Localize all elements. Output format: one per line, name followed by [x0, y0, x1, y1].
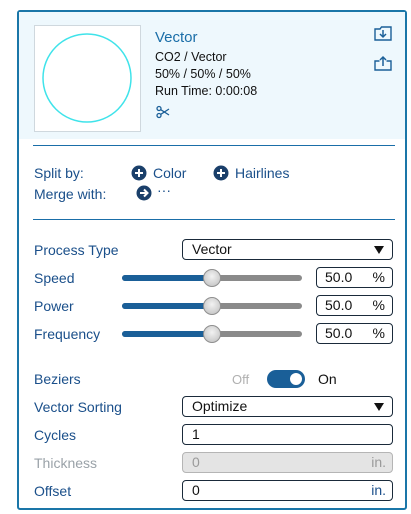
speed-slider[interactable] [122, 269, 302, 287]
beziers-label: Beziers [34, 371, 81, 387]
offset-label: Offset [34, 483, 72, 499]
power-input[interactable]: 50.0 % [316, 295, 393, 316]
merge-with-label: Merge with: [34, 186, 107, 202]
thickness-input: 0 in. [182, 452, 393, 473]
split-by-label: Split by: [34, 165, 84, 181]
speed-input[interactable]: 50.0 % [316, 267, 393, 288]
cycles-value: 1 [192, 426, 200, 442]
frequency-value: 50.0 [325, 325, 353, 341]
frequency-input[interactable]: 50.0 % [316, 323, 393, 344]
speed-slider-fill [122, 275, 212, 281]
merge-more-button[interactable]: ··· [157, 182, 171, 198]
frequency-slider-fill [122, 331, 212, 337]
run-time: Run Time: 0:00:08 [155, 84, 258, 98]
cycles-input[interactable]: 1 [182, 424, 393, 445]
split-hairlines-button[interactable]: Hairlines [235, 165, 289, 181]
beziers-on-label[interactable]: On [318, 371, 337, 387]
power-slider-fill [122, 303, 212, 309]
export-icon[interactable] [374, 55, 392, 71]
frequency-slider-thumb[interactable] [203, 325, 221, 343]
speed-slider-thumb[interactable] [203, 269, 221, 287]
process-type-select[interactable]: Vector [182, 239, 393, 260]
speed-label: Speed [34, 270, 75, 286]
divider [33, 145, 395, 146]
frequency-slider[interactable] [122, 325, 302, 343]
vector-preview-thumbnail[interactable] [34, 25, 141, 132]
process-header: Vector CO2 / Vector 50% / 50% / 50% Run … [19, 12, 405, 139]
offset-input[interactable]: 0 in. [182, 480, 393, 501]
speed-unit: % [372, 269, 385, 285]
dropdown-arrow-icon [374, 246, 384, 254]
power-levels: 50% / 50% / 50% [155, 67, 251, 81]
scissors-icon[interactable] [156, 105, 170, 119]
power-slider[interactable] [122, 297, 302, 315]
laser-source: CO2 / Vector [155, 50, 227, 64]
beziers-toggle[interactable] [267, 370, 305, 388]
thickness-unit: in. [371, 454, 386, 470]
process-type-label: Process Type [34, 242, 119, 258]
import-icon[interactable] [374, 25, 392, 41]
offset-value: 0 [192, 482, 200, 498]
frequency-unit: % [372, 325, 385, 341]
process-settings-panel: Vector CO2 / Vector 50% / 50% / 50% Run … [17, 10, 407, 510]
add-hairlines-split-icon[interactable] [213, 165, 229, 181]
power-slider-thumb[interactable] [203, 297, 221, 315]
process-title[interactable]: Vector [155, 29, 198, 46]
beziers-toggle-knob [290, 373, 302, 385]
power-value: 50.0 [325, 297, 353, 313]
merge-arrow-icon[interactable] [136, 185, 152, 201]
beziers-off-label[interactable]: Off [232, 372, 249, 387]
vector-sorting-label: Vector Sorting [34, 399, 122, 415]
thickness-value: 0 [192, 454, 200, 470]
power-label: Power [34, 298, 74, 314]
dropdown-arrow-icon [374, 403, 384, 411]
frequency-label: Frequency [34, 326, 101, 342]
speed-value: 50.0 [325, 269, 353, 285]
preview-circle [42, 33, 132, 123]
vector-sorting-select[interactable]: Optimize [182, 396, 393, 417]
process-type-value: Vector [192, 241, 232, 257]
power-unit: % [372, 297, 385, 313]
vector-sorting-value: Optimize [192, 398, 248, 414]
add-color-split-icon[interactable] [131, 165, 147, 181]
split-color-button[interactable]: Color [153, 165, 186, 181]
cycles-label: Cycles [34, 427, 77, 443]
divider [33, 219, 395, 220]
thickness-label: Thickness [34, 455, 98, 471]
offset-unit: in. [371, 482, 386, 498]
